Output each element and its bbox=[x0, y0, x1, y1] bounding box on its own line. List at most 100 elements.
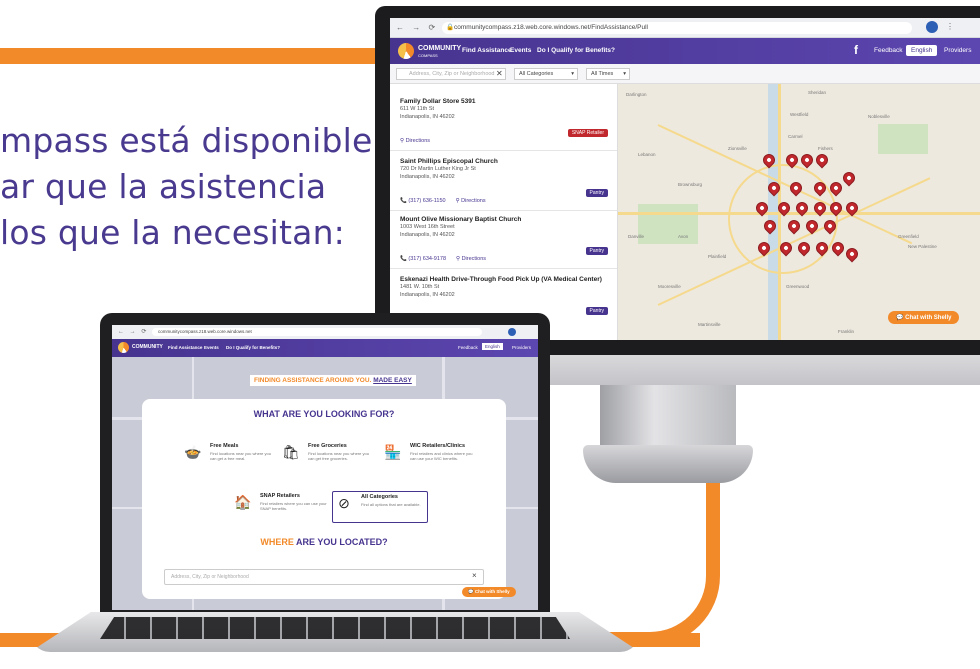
results-map[interactable]: Darlington Sheridan Westfield Noblesville Ca… bbox=[618, 84, 980, 340]
address-bar-text: communitycompass.z18.web.core.windows.ne… bbox=[454, 24, 649, 31]
result-address-line-2: Indianapolis, IN 46202 bbox=[400, 174, 455, 180]
category-option[interactable]: 🍲 Free Meals Find locations near you where… bbox=[182, 441, 278, 471]
laptop-nav-buttons[interactable]: ← → ⟳ bbox=[118, 328, 148, 335]
facebook-icon[interactable]: f bbox=[854, 43, 858, 57]
map-town-label: Plainfield bbox=[708, 254, 727, 259]
chevron-down-icon: ▾ bbox=[623, 71, 626, 77]
result-item[interactable]: Mount Olive Missionary Baptist Church 100… bbox=[400, 216, 612, 262]
result-divider bbox=[390, 268, 617, 269]
result-address-line-2: Indianapolis, IN 46202 bbox=[400, 114, 455, 120]
result-divider bbox=[390, 210, 617, 211]
map-town-label: Darlington bbox=[626, 92, 647, 97]
result-name[interactable]: Saint Phillips Episcopal Church bbox=[400, 158, 612, 165]
category-dropdown[interactable]: All Categories ▾ bbox=[514, 68, 578, 80]
laptop-nav-providers[interactable]: Providers bbox=[512, 345, 531, 350]
compass-icon: ⊘ bbox=[338, 495, 350, 511]
category-option[interactable]: ⊘ All Categories Find all options that are… bbox=[332, 491, 428, 523]
profile-avatar[interactable] bbox=[926, 21, 938, 33]
category-title: Free Groceries bbox=[308, 443, 347, 449]
map-location-pin-icon[interactable] bbox=[843, 245, 861, 263]
chat-icon: 💬 bbox=[468, 589, 475, 594]
chat-icon: 💬 bbox=[896, 315, 906, 321]
laptop-language-button[interactable]: English bbox=[482, 343, 503, 350]
orange-accent-bar-top bbox=[0, 48, 400, 64]
map-town-label: Sheridan bbox=[808, 90, 827, 95]
category-option[interactable]: 🛍 Free Groceries Find locations near you w… bbox=[280, 441, 376, 471]
laptop-address-bar[interactable]: communitycompass.z18.web.core.windows.ne… bbox=[152, 328, 482, 336]
language-button[interactable]: English bbox=[906, 45, 938, 56]
headline-line-2: ar que la asistencia bbox=[0, 167, 327, 206]
browser-nav-buttons[interactable]: ← → ⟳ bbox=[396, 23, 438, 32]
result-directions-link[interactable]: Directions bbox=[461, 198, 485, 204]
nav-events[interactable]: Events bbox=[510, 47, 531, 54]
laptop-nav-qualify[interactable]: Do I Qualify for Benefits? bbox=[226, 345, 280, 350]
laptop-brand-name[interactable]: COMMUNITY bbox=[132, 344, 163, 350]
map-location-pin-icon[interactable] bbox=[840, 169, 858, 187]
filter-bar: Address, City, Zip or Neighborhood ✕ All… bbox=[390, 64, 980, 84]
result-directions-link[interactable]: Directions bbox=[462, 256, 486, 262]
laptop-chat-with-shelly-button[interactable]: 💬 Chat with Shelly bbox=[462, 587, 516, 597]
hero-map-background: FINDING ASSISTANCE AROUND YOU. MADE EASY… bbox=[112, 357, 538, 610]
category-title: All Categories bbox=[361, 494, 398, 500]
map-town-label: Carmel bbox=[788, 134, 803, 139]
store-icon: 🏪 bbox=[384, 444, 402, 460]
app-header: COMMUNITY COMPASS Find Assistance Events… bbox=[390, 38, 980, 64]
browser-menu-icon[interactable]: ⋮ bbox=[946, 22, 954, 31]
address-bar[interactable]: 🔒 communitycompass.z18.web.core.windows.… bbox=[442, 22, 912, 34]
map-location-pin-icon[interactable] bbox=[813, 151, 831, 169]
result-name[interactable]: Mount Olive Missionary Baptist Church bbox=[400, 216, 612, 223]
laptop-nav-feedback[interactable]: Feedback bbox=[458, 345, 478, 350]
times-dropdown-label: All Times bbox=[591, 71, 614, 77]
nav-providers[interactable]: Providers bbox=[944, 47, 971, 54]
result-item[interactable]: Saint Phillips Episcopal Church 720 Dr Ma… bbox=[400, 158, 612, 204]
result-address-line-1: 1481 W. 10th St bbox=[400, 284, 440, 290]
result-name[interactable]: Family Dollar Store 5391 bbox=[400, 98, 612, 105]
hero-banner-highlight: MADE EASY bbox=[373, 377, 412, 384]
category-title: Free Meals bbox=[210, 443, 239, 449]
times-dropdown[interactable]: All Times ▾ bbox=[586, 68, 630, 80]
result-phone[interactable]: (317) 634-9178 bbox=[408, 256, 446, 262]
brand-name[interactable]: COMMUNITY COMPASS bbox=[418, 45, 461, 59]
map-location-pin-icon[interactable] bbox=[798, 151, 816, 169]
result-phone[interactable]: (317) 636-1150 bbox=[408, 198, 445, 204]
compass-logo-icon[interactable] bbox=[398, 43, 414, 59]
clear-location-icon[interactable]: × bbox=[472, 571, 477, 580]
location-search-input[interactable]: Address, City, Zip or Neighborhood bbox=[396, 68, 506, 80]
headline: mpass está disponible ar que la asistenc… bbox=[0, 118, 373, 256]
browser-toolbar: ← → ⟳ 🔒 communitycompass.z18.web.core.wi… bbox=[390, 18, 980, 38]
category-option[interactable]: 🏠 SNAP Retailers Find retailers where you … bbox=[232, 491, 328, 521]
laptop-browser-toolbar: ← → ⟳ communitycompass.z18.web.core.wind… bbox=[112, 325, 538, 339]
map-town-label: Martinsville bbox=[698, 322, 721, 327]
result-item[interactable]: Family Dollar Store 5391 611 W 11th St Ind… bbox=[400, 98, 612, 144]
result-address-line-2: Indianapolis, IN 46202 bbox=[400, 292, 455, 298]
category-dropdown-label: All Categories bbox=[519, 71, 554, 77]
brand-title: COMMUNITY bbox=[418, 45, 462, 52]
laptop-nav-events[interactable]: Events bbox=[204, 345, 219, 350]
result-directions-link[interactable]: Directions bbox=[406, 138, 430, 144]
category-option[interactable]: 🏪 WIC Retailers/Clinics Find retailers and… bbox=[382, 441, 478, 471]
nav-find-assistance[interactable]: Find Assistance bbox=[462, 47, 512, 54]
nav-feedback[interactable]: Feedback bbox=[874, 47, 903, 54]
map-town-label: New Palestine bbox=[908, 244, 937, 249]
category-description: Find locations near you where you can ge… bbox=[210, 451, 271, 461]
laptop-profile-avatar[interactable] bbox=[508, 328, 516, 336]
category-description: Find all options that are available. bbox=[361, 502, 421, 507]
laptop-compass-logo-icon[interactable] bbox=[118, 342, 129, 353]
result-name[interactable]: Eskenazi Health Drive-Through Food Pick … bbox=[400, 276, 612, 283]
result-category-badge: Pantry bbox=[585, 189, 608, 197]
result-item[interactable]: Eskenazi Health Drive-Through Food Pick … bbox=[400, 276, 612, 322]
looking-for-heading: WHAT ARE YOU LOOKING FOR? bbox=[253, 409, 395, 419]
result-address-line-1: 1003 West 16th Street bbox=[400, 224, 455, 230]
nav-qualify-benefits[interactable]: Do I Qualify for Benefits? bbox=[537, 47, 615, 54]
park-area bbox=[638, 204, 698, 244]
laptop-nav-find-assistance[interactable]: Find Assistance bbox=[168, 345, 202, 350]
map-town-label: Franklin bbox=[838, 329, 855, 334]
location-input[interactable]: Address, City, Zip or Neighborhood bbox=[164, 569, 484, 585]
clear-search-icon[interactable]: ✕ bbox=[496, 69, 503, 78]
category-description: Find locations near you where you can ge… bbox=[308, 451, 369, 461]
lock-icon: 🔒 bbox=[446, 24, 455, 31]
monitor-stand-base bbox=[583, 445, 753, 483]
chevron-down-icon: ▾ bbox=[571, 71, 574, 77]
chat-with-shelly-button[interactable]: 💬 Chat with Shelly bbox=[888, 311, 960, 324]
map-town-label: Lebanon bbox=[638, 152, 656, 157]
